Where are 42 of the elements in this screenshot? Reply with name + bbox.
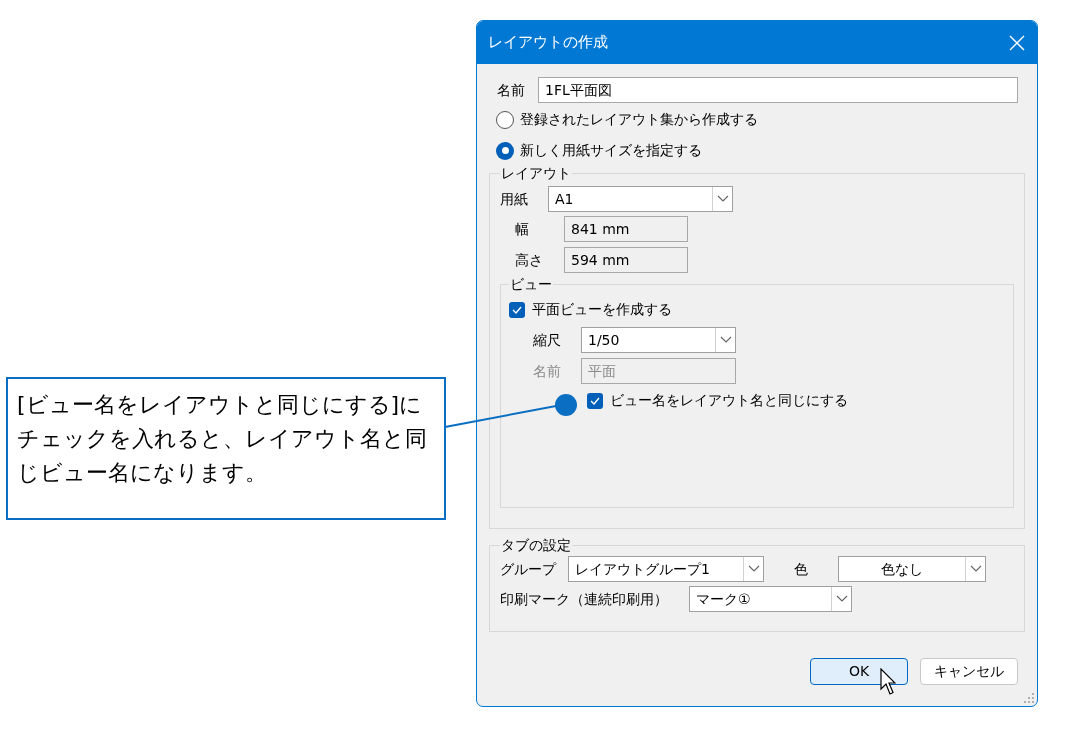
checkbox[interactable]: [509, 301, 525, 318]
pointer-cursor-icon: [880, 668, 896, 696]
radio-button[interactable]: [496, 141, 514, 160]
field-label: 高さ: [514, 250, 544, 270]
field-label: 名前: [533, 361, 562, 381]
resize-grip-icon[interactable]: [1024, 693, 1034, 703]
radio-label: 新しく用紙サイズを指定する: [520, 141, 702, 160]
field-label: 印刷マーク（連続印刷用）: [500, 589, 669, 609]
chevron-down-icon: [969, 565, 982, 573]
radio-button[interactable]: [496, 110, 514, 129]
checkbox-label: 平面ビューを作成する: [532, 300, 672, 319]
window-title: レイアウトの作成: [488, 32, 608, 54]
field-label: 名前: [496, 80, 526, 100]
field-label: 用紙: [500, 189, 529, 209]
dropdown[interactable]: マーク①: [689, 586, 852, 612]
name-field[interactable]: 1FL平面図: [538, 77, 1018, 103]
field-label: 幅: [514, 219, 530, 239]
read-only-field: 594 mm: [564, 247, 688, 273]
dropdown[interactable]: A1: [548, 186, 733, 212]
chevron-down-icon: [719, 336, 732, 344]
chevron-down-icon: [716, 195, 729, 203]
dropdown[interactable]: 色なし: [838, 556, 986, 582]
field-label: 色: [793, 559, 809, 579]
callout-text: [ビュー名をレイアウトと同じにする]にチェックを入れると、レイアウト名と同じビュー名になります。: [17, 391, 428, 487]
checkmark-icon: [512, 305, 522, 314]
chevron-down-icon: [747, 565, 760, 573]
group-title: ビュー: [509, 275, 553, 294]
field-label: 縮尺: [533, 330, 562, 350]
read-only-field: 平面: [581, 358, 736, 384]
read-only-field: 841 mm: [564, 216, 688, 242]
checkbox[interactable]: [587, 392, 603, 409]
field-label: グループ: [500, 559, 558, 579]
group-title: タブの設定: [500, 536, 572, 555]
dropdown[interactable]: レイアウトグループ1: [568, 556, 764, 582]
cancel-button[interactable]: キャンセル: [920, 658, 1018, 685]
group-title: レイアウト: [500, 164, 572, 183]
chevron-down-icon: [835, 595, 848, 603]
checkbox-label: ビュー名をレイアウト名と同じにする: [610, 391, 848, 410]
radio-label: 登録されたレイアウト集から作成する: [520, 110, 758, 129]
dropdown[interactable]: 1/50: [581, 327, 736, 353]
close-icon[interactable]: [1009, 34, 1025, 51]
checkmark-icon: [590, 396, 600, 405]
